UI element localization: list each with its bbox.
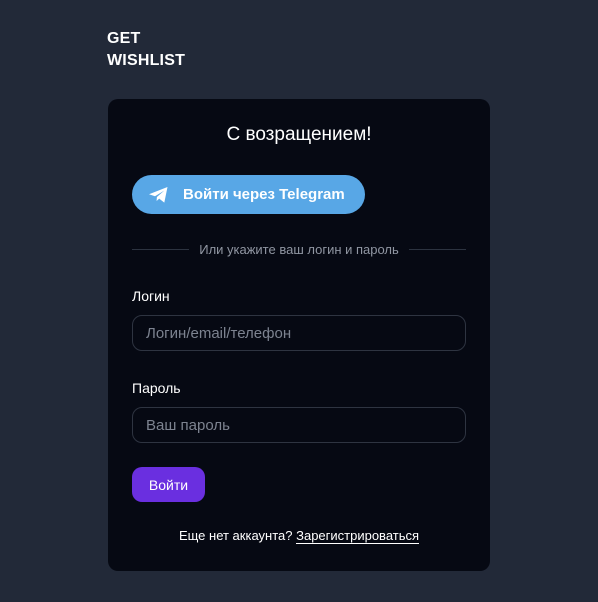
brand-logo-line2: WISHLIST — [107, 52, 186, 69]
divider-text: Или укажите ваш логин и пароль — [199, 241, 399, 257]
telegram-login-button[interactable]: Войти через Telegram — [132, 175, 365, 214]
login-input[interactable] — [132, 315, 466, 351]
register-prompt-text: Еще нет аккаунта? — [178, 528, 293, 543]
login-card: С возращением! Войти через Telegram Или … — [108, 99, 490, 571]
divider-line-left — [132, 248, 190, 250]
login-divider: Или укажите ваш логин и пароль — [132, 239, 467, 259]
password-field-label: Пароль — [132, 380, 181, 396]
telegram-login-label: Войти через Telegram — [183, 186, 345, 203]
brand-logo-line1: GET — [107, 30, 141, 47]
register-prompt: Еще нет аккаунта? Зарегистрироваться — [108, 527, 490, 545]
divider-line-right — [408, 248, 467, 250]
brand-logo[interactable]: GET WISHLIST — [107, 28, 185, 72]
login-field-label: Логин — [132, 288, 170, 304]
login-submit-button[interactable]: Войти — [132, 467, 205, 502]
password-input[interactable] — [132, 407, 466, 443]
register-link[interactable]: Зарегистрироваться — [296, 528, 420, 544]
telegram-plane-icon — [149, 187, 168, 203]
login-card-title: С возращением! — [226, 124, 372, 145]
